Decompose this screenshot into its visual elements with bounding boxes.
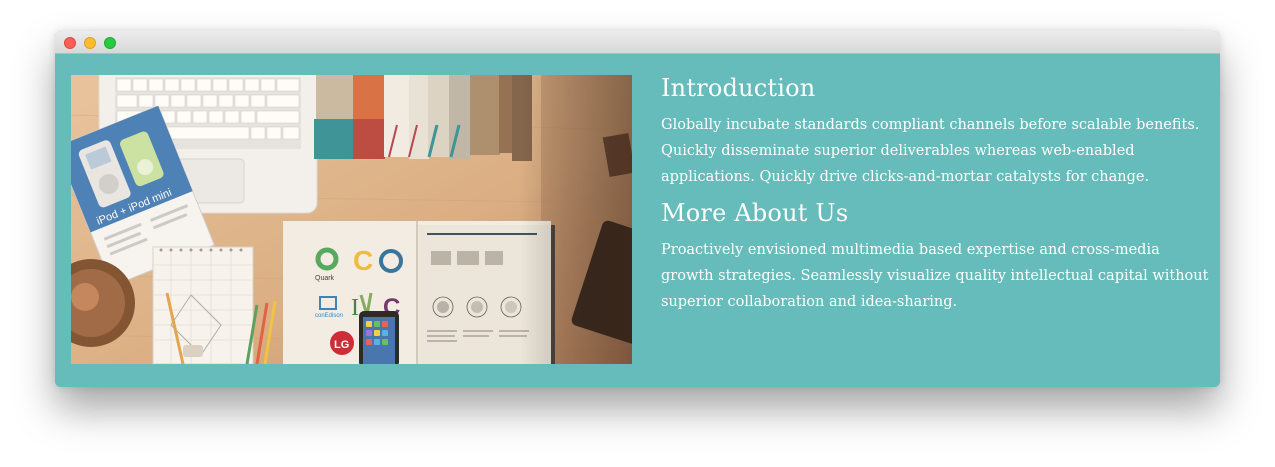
section-heading-more-about-us: More About Us [661,199,849,227]
page-content: iPod + iPod mini [55,54,1220,387]
section-body-more-about-us: Proactively envisioned multimedia based … [661,242,1209,310]
browser-window: iPod + iPod mini [55,31,1220,387]
window-titlebar [55,31,1220,54]
section-heading-introduction: Introduction [661,74,816,102]
hero-image: iPod + iPod mini [71,75,632,364]
close-window-button[interactable] [64,37,76,49]
section-body-introduction: Globally incubate standards compliant ch… [661,117,1200,185]
maximize-window-button[interactable] [104,37,116,49]
minimize-window-button[interactable] [84,37,96,49]
text-column: Introduction Globally incubate standards… [661,73,1216,323]
